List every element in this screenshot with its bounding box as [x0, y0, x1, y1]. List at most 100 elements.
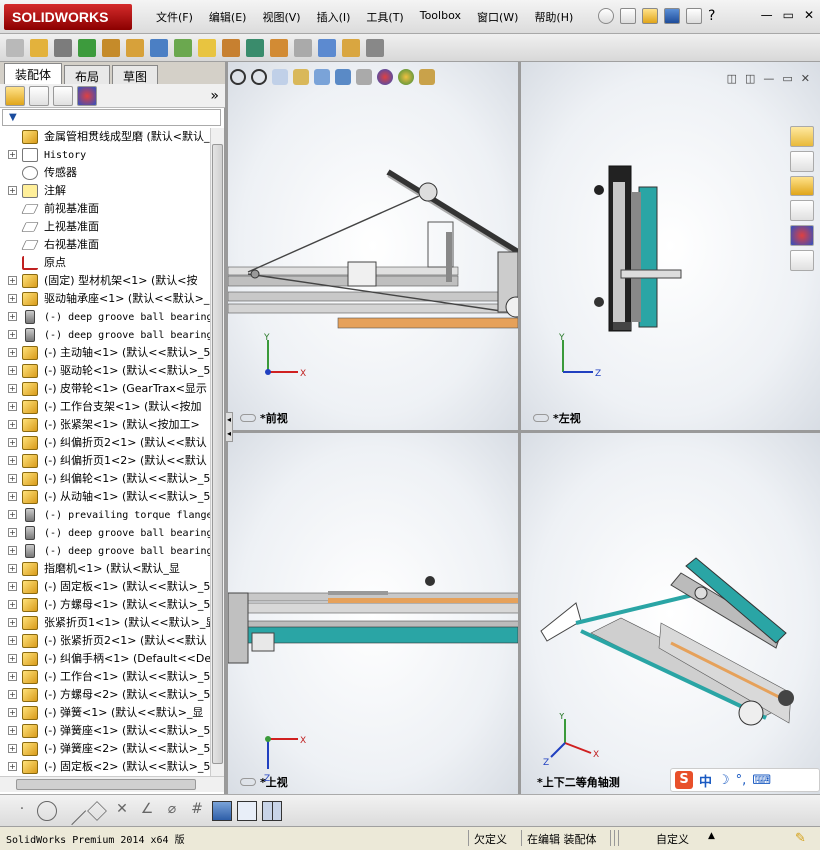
menu-insert[interactable]: 插入(I): [309, 9, 359, 25]
insert-component-icon[interactable]: [30, 38, 48, 57]
expand-toggle-icon[interactable]: +: [8, 294, 17, 303]
viewport-layout-icon[interactable]: [237, 800, 257, 821]
expand-toggle-icon[interactable]: +: [8, 672, 17, 681]
expand-toggle-icon[interactable]: +: [8, 510, 17, 519]
display-manager-icon[interactable]: [77, 85, 97, 106]
tree-item[interactable]: + (-) deep groove ball bearing: [0, 308, 210, 326]
expand-toggle-icon[interactable]: +: [8, 330, 17, 339]
menu-file[interactable]: 文件(F): [148, 9, 201, 25]
scrollbar-thumb[interactable]: [212, 144, 223, 764]
tab-sketch[interactable]: 草图: [112, 65, 159, 84]
expand-toggle-icon[interactable]: +: [8, 618, 17, 627]
tree-item[interactable]: + (-) 弹簧座<2> (默认<<默认>_5: [0, 740, 210, 758]
linear-pattern-icon[interactable]: [78, 38, 96, 57]
expand-toggle-icon[interactable]: +: [8, 456, 17, 465]
tree-item[interactable]: + (-) 工作台<1> (默认<<默认>_5: [0, 668, 210, 686]
point-icon[interactable]: ·: [12, 801, 32, 821]
menu-tools[interactable]: 工具(T): [358, 9, 411, 25]
expand-toggle-icon[interactable]: +: [8, 528, 17, 537]
expand-toggle-icon[interactable]: +: [8, 708, 17, 717]
expand-toggle-icon[interactable]: +: [8, 690, 17, 699]
design-library-icon[interactable]: [790, 150, 814, 172]
expand-panel-icon[interactable]: »: [210, 88, 219, 104]
tree-item[interactable]: + (-) 弹簧座<1> (默认<<默认>_5: [0, 722, 210, 740]
tree-item[interactable]: + (-) 工作台支架<1> (默认<按加: [0, 398, 210, 416]
tree-item[interactable]: + 指磨机<1> (默认<默认_显: [0, 560, 210, 578]
close-button[interactable]: ✕: [804, 8, 814, 22]
expand-toggle-icon[interactable]: +: [8, 726, 17, 735]
expand-toggle-icon[interactable]: +: [8, 492, 17, 501]
expand-toggle-icon[interactable]: +: [8, 276, 17, 285]
expand-toggle-icon[interactable]: +: [8, 744, 17, 753]
bill-of-materials-icon[interactable]: [246, 38, 264, 57]
appearances-icon[interactable]: [790, 225, 814, 247]
expand-toggle-icon[interactable]: +: [8, 366, 17, 375]
expand-toggle-icon[interactable]: +: [8, 312, 17, 321]
four-view-icon[interactable]: [262, 800, 282, 821]
tree-item[interactable]: + (-) deep groove ball bearing: [0, 326, 210, 344]
tree-item[interactable]: + 张紧折页1<1> (默认<<默认>_显: [0, 614, 210, 632]
save-icon[interactable]: [664, 8, 680, 24]
line-icon[interactable]: [57, 796, 87, 825]
speedpak-icon[interactable]: [342, 38, 360, 57]
expand-toggle-icon[interactable]: +: [8, 636, 17, 645]
options-icon[interactable]: [686, 8, 702, 24]
ime-moon-icon[interactable]: ☽: [718, 773, 730, 788]
smart-fasteners-icon[interactable]: [102, 38, 120, 57]
tree-item[interactable]: + (-) 驱动轮<1> (默认<<默认>_5: [0, 362, 210, 380]
tree-item[interactable]: + (-) 张紧折页2<1> (默认<<默认: [0, 632, 210, 650]
tree-item[interactable]: 传感器: [0, 164, 210, 182]
front-viewport[interactable]: Y X *前视: [228, 62, 518, 430]
exploded-view-icon[interactable]: [270, 38, 288, 57]
expand-toggle-icon[interactable]: +: [8, 384, 17, 393]
expand-toggle-icon[interactable]: +: [8, 546, 17, 555]
scrollbar-thumb[interactable]: [16, 779, 196, 790]
tree-item[interactable]: + (-) 从动轴<1> (默认<<默认>_5: [0, 488, 210, 506]
show-hidden-icon[interactable]: [150, 38, 168, 57]
open-folder-icon[interactable]: [642, 8, 658, 24]
isometric-viewport[interactable]: Y X Z *上下二等角轴测: [521, 433, 820, 794]
new-document-icon[interactable]: [620, 8, 636, 24]
mate-icon[interactable]: [54, 38, 72, 57]
tree-item[interactable]: + (-) 固定板<1> (默认<<默认>_5: [0, 578, 210, 596]
minimize-button[interactable]: —: [761, 8, 773, 22]
tree-item[interactable]: 金属管相贯线成型磨 (默认<默认_: [0, 128, 210, 146]
expand-toggle-icon[interactable]: +: [8, 474, 17, 483]
ime-logo-icon[interactable]: S: [675, 771, 693, 789]
tree-item[interactable]: 右视基准面: [0, 236, 210, 254]
tree-item[interactable]: + History: [0, 146, 210, 164]
help-icon[interactable]: ?: [708, 8, 715, 24]
tree-item[interactable]: + (-) prevailing torque flange: [0, 506, 210, 524]
tree-item[interactable]: + (-) 纠偏手柄<1> (Default<<De: [0, 650, 210, 668]
3d-view-icon[interactable]: [212, 800, 232, 821]
tree-item[interactable]: + (-) 主动轴<1> (默认<<默认>_5: [0, 344, 210, 362]
tree-item[interactable]: + (-) 纠偏折页2<1> (默认<<默认: [0, 434, 210, 452]
unit-system-arrow-icon[interactable]: ▲: [708, 831, 715, 841]
expand-toggle-icon[interactable]: +: [8, 402, 17, 411]
pin-icon[interactable]: [598, 8, 614, 24]
menu-edit[interactable]: 编辑(E): [201, 9, 255, 25]
move-component-icon[interactable]: [126, 38, 144, 57]
unit-system-selector[interactable]: 自定义: [656, 831, 689, 847]
tree-filter-input[interactable]: ▼: [2, 109, 221, 126]
new-motion-study-icon[interactable]: [222, 38, 240, 57]
ime-punctuation-icon[interactable]: °,: [736, 773, 747, 788]
ime-toolbar[interactable]: S 中 ☽ °, ⌨: [670, 768, 820, 792]
menu-view[interactable]: 视图(V): [254, 9, 308, 25]
instant3d-icon[interactable]: [318, 38, 336, 57]
tree-item[interactable]: + 注解: [0, 182, 210, 200]
tab-assembly[interactable]: 装配体: [4, 63, 63, 84]
file-explorer-icon[interactable]: [790, 175, 814, 197]
expand-toggle-icon[interactable]: +: [8, 438, 17, 447]
edit-component-icon[interactable]: [6, 38, 24, 57]
tree-horizontal-scrollbar[interactable]: [0, 776, 224, 792]
view-palette-icon[interactable]: [790, 200, 814, 222]
property-manager-icon[interactable]: [29, 85, 49, 106]
tree-item[interactable]: + 驱动轴承座<1> (默认<<默认>_5: [0, 290, 210, 308]
tree-item[interactable]: + (-) 弹簧<1> (默认<<默认>_显: [0, 704, 210, 722]
feature-tree-icon[interactable]: [5, 85, 25, 106]
viewport-splitter-handle[interactable]: ◂ ◂: [225, 412, 233, 442]
grid-icon[interactable]: #: [187, 801, 207, 821]
restore-button[interactable]: ▭: [783, 8, 794, 22]
tree-item[interactable]: 上视基准面: [0, 218, 210, 236]
